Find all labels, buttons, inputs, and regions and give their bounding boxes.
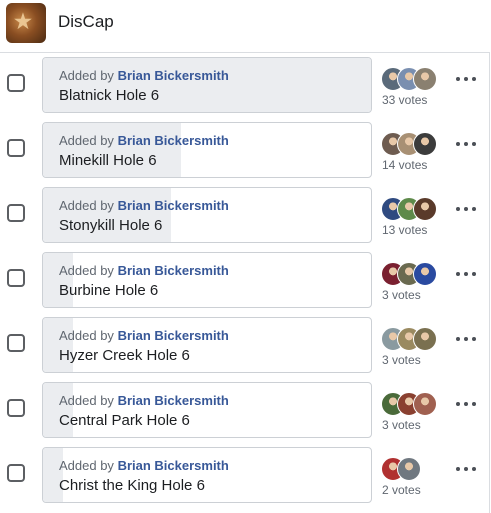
poll-option[interactable]: Added by Brian Bickersmith Central Park H…	[42, 382, 372, 438]
more-options-icon[interactable]	[456, 202, 476, 216]
added-by-line: Added by Brian Bickersmith	[59, 68, 229, 83]
added-by-line: Added by Brian Bickersmith	[59, 328, 229, 343]
vote-count[interactable]: 3 votes	[382, 418, 421, 432]
option-title: Central Park Hole 6	[59, 412, 190, 429]
added-by-prefix: Added by	[59, 198, 114, 213]
voter-avatars[interactable]	[381, 327, 451, 351]
vote-checkbox[interactable]	[7, 399, 25, 417]
voter-avatar[interactable]	[413, 262, 437, 286]
poll-option[interactable]: Added by Brian Bickersmith Stonykill Hole…	[42, 187, 372, 243]
vote-checkbox[interactable]	[7, 204, 25, 222]
author-link[interactable]: Brian Bickersmith	[118, 393, 229, 408]
voter-avatars[interactable]	[381, 67, 451, 91]
poll-option-row: Added by Brian Bickersmith Stonykill Hole…	[0, 182, 491, 243]
vote-count[interactable]: 2 votes	[382, 483, 421, 497]
voter-avatar[interactable]	[413, 392, 437, 416]
author-link[interactable]: Brian Bickersmith	[118, 458, 229, 473]
voter-avatar[interactable]	[397, 457, 421, 481]
poll-option-row: Added by Brian Bickersmith Central Park H…	[0, 377, 491, 438]
voter-avatar[interactable]	[413, 132, 437, 156]
poll-option[interactable]: Added by Brian Bickersmith Blatnick Hole …	[42, 57, 372, 113]
voter-avatar[interactable]	[413, 327, 437, 351]
more-options-icon[interactable]	[456, 137, 476, 151]
poll-option[interactable]: Added by Brian Bickersmith Hyzer Creek Ho…	[42, 317, 372, 373]
vote-count[interactable]: 3 votes	[382, 288, 421, 302]
voter-avatars[interactable]	[381, 457, 451, 481]
poll-option[interactable]: Added by Brian Bickersmith Minekill Hole …	[42, 122, 372, 178]
vote-checkbox[interactable]	[7, 464, 25, 482]
more-options-icon[interactable]	[456, 397, 476, 411]
added-by-prefix: Added by	[59, 328, 114, 343]
vote-count[interactable]: 33 votes	[382, 93, 427, 107]
more-options-icon[interactable]	[456, 267, 476, 281]
poll-option[interactable]: Added by Brian Bickersmith Christ the Kin…	[42, 447, 372, 503]
vote-checkbox[interactable]	[7, 269, 25, 287]
poll-option-row: Added by Brian Bickersmith Hyzer Creek Ho…	[0, 312, 491, 373]
vote-checkbox[interactable]	[7, 139, 25, 157]
vote-count[interactable]: 14 votes	[382, 158, 427, 172]
vote-count[interactable]: 3 votes	[382, 353, 421, 367]
voter-avatars[interactable]	[381, 392, 451, 416]
added-by-line: Added by Brian Bickersmith	[59, 198, 229, 213]
vote-count[interactable]: 13 votes	[382, 223, 427, 237]
more-options-icon[interactable]	[456, 462, 476, 476]
poll-option-row: Added by Brian Bickersmith Minekill Hole …	[0, 117, 491, 178]
option-title: Burbine Hole 6	[59, 282, 159, 299]
voter-avatar[interactable]	[413, 197, 437, 221]
author-link[interactable]: Brian Bickersmith	[118, 68, 229, 83]
voter-avatar[interactable]	[413, 67, 437, 91]
voter-avatars[interactable]	[381, 132, 451, 156]
poll-options: Added by Brian Bickersmith Blatnick Hole …	[0, 52, 491, 513]
added-by-prefix: Added by	[59, 458, 114, 473]
more-options-icon[interactable]	[456, 72, 476, 86]
option-title: Stonykill Hole 6	[59, 217, 163, 234]
voter-avatars[interactable]	[381, 197, 451, 221]
added-by-prefix: Added by	[59, 393, 114, 408]
vote-checkbox[interactable]	[7, 74, 25, 92]
added-by-line: Added by Brian Bickersmith	[59, 458, 229, 473]
added-by-prefix: Added by	[59, 133, 114, 148]
author-link[interactable]: Brian Bickersmith	[118, 263, 229, 278]
poll-option[interactable]: Added by Brian Bickersmith Burbine Hole 6	[42, 252, 372, 308]
author-link[interactable]: Brian Bickersmith	[118, 328, 229, 343]
poll-option-row: Added by Brian Bickersmith Blatnick Hole …	[0, 52, 491, 113]
voter-avatars[interactable]	[381, 262, 451, 286]
vote-checkbox[interactable]	[7, 334, 25, 352]
author-link[interactable]: Brian Bickersmith	[118, 133, 229, 148]
group-photo-icon[interactable]: ★	[6, 3, 46, 43]
option-title: Minekill Hole 6	[59, 152, 157, 169]
added-by-line: Added by Brian Bickersmith	[59, 133, 229, 148]
poll-option-row: Added by Brian Bickersmith Burbine Hole 6…	[0, 247, 491, 308]
added-by-prefix: Added by	[59, 263, 114, 278]
more-options-icon[interactable]	[456, 332, 476, 346]
option-title: Blatnick Hole 6	[59, 87, 160, 104]
group-header: ★ DisCap	[0, 0, 491, 46]
added-by-prefix: Added by	[59, 68, 114, 83]
poll-option-row: Added by Brian Bickersmith Christ the Kin…	[0, 442, 491, 503]
option-title: Hyzer Creek Hole 6	[59, 347, 190, 364]
option-title: Christ the King Hole 6	[59, 477, 205, 494]
author-link[interactable]: Brian Bickersmith	[118, 198, 229, 213]
added-by-line: Added by Brian Bickersmith	[59, 263, 229, 278]
group-name[interactable]: DisCap	[58, 12, 114, 32]
added-by-line: Added by Brian Bickersmith	[59, 393, 229, 408]
